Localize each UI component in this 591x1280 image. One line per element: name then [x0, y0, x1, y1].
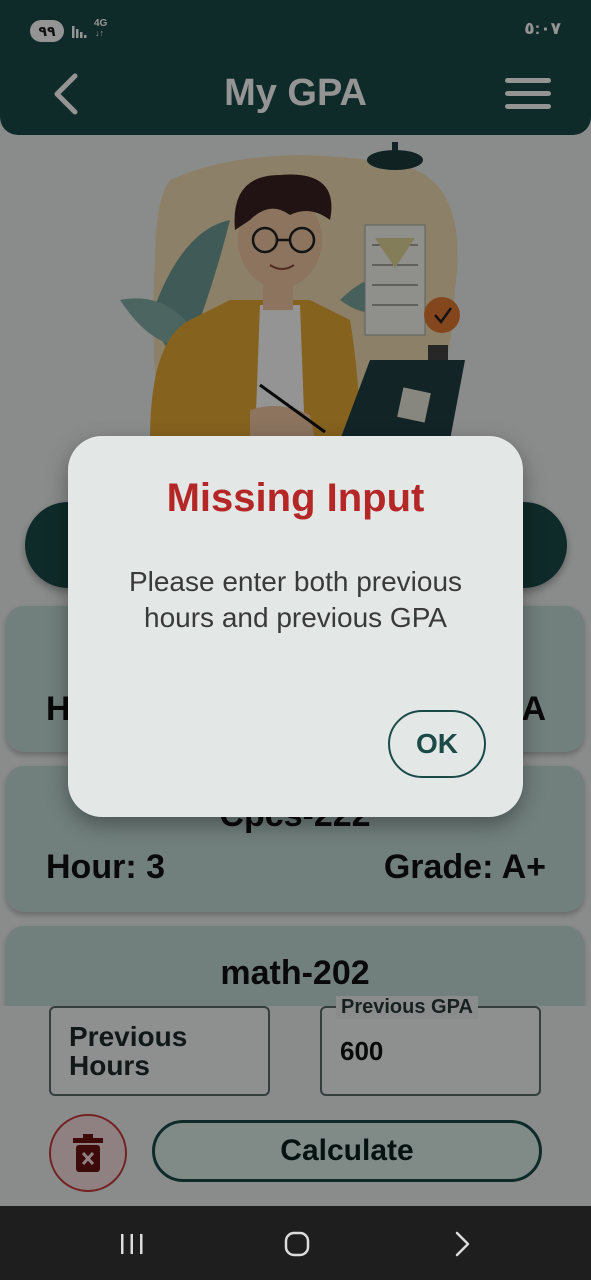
- home-icon: [284, 1231, 310, 1257]
- chevron-right-icon: [455, 1231, 470, 1257]
- back-nav-button[interactable]: [442, 1224, 482, 1264]
- recent-apps-button[interactable]: [112, 1224, 152, 1264]
- dialog-title: Missing Input: [166, 476, 425, 520]
- system-nav-bar: [0, 1206, 591, 1280]
- missing-input-dialog: Missing Input Please enter both previous…: [68, 436, 523, 817]
- recent-apps-icon: [121, 1234, 143, 1254]
- home-button[interactable]: [277, 1224, 317, 1264]
- dialog-message: Please enter both previous hours and pre…: [128, 566, 463, 633]
- ok-button[interactable]: OK: [388, 710, 486, 778]
